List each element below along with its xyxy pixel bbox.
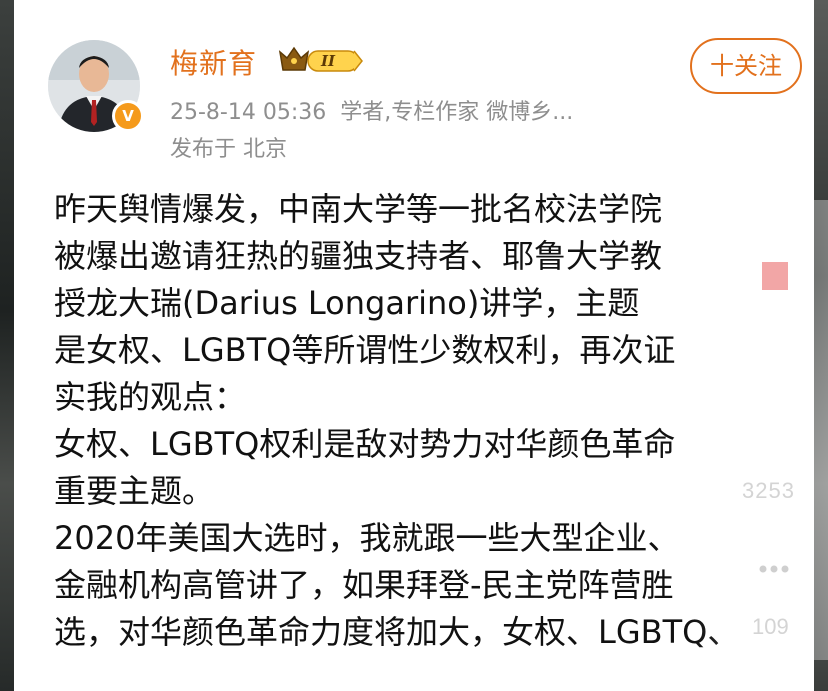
heart-like-icon[interactable] xyxy=(738,398,808,464)
weibo-post-card: V 梅新育 II 25-8-14 05:36 学者,专栏作家 微博乡... 发布… xyxy=(14,0,816,691)
post-line: 被爆出邀请狂热的疆独支持者、耶鲁大学教 xyxy=(54,237,663,275)
post-line: 2020年美国大选时，我就跟一些大型企业、 xyxy=(54,519,680,557)
background-left-edge xyxy=(0,0,14,691)
post-line: 实我的观点： xyxy=(54,378,247,416)
author-title: 学者,专栏作家 微博乡... xyxy=(340,100,574,125)
red-flag-icon[interactable] xyxy=(758,248,794,330)
comment-count: 109 xyxy=(752,614,789,639)
like-count: 3253 xyxy=(742,478,795,503)
post-line: 授龙大瑞(Darius Longarino)讲学，主题 xyxy=(54,284,640,322)
comment-bubble-icon[interactable] xyxy=(742,540,806,604)
author-name[interactable]: 梅新育 xyxy=(170,42,257,82)
crown-level-badge-icon: II xyxy=(278,46,363,72)
post-line: 昨天舆情爆发，中南大学等一批名校法学院 xyxy=(54,190,663,228)
post-line: 选，对华颜色革命力度将加大，女权、LGBTQ、 xyxy=(54,613,740,651)
post-line: 金融机构高管讲了，如果拜登-民主党阵营胜 xyxy=(54,566,674,604)
post-line: 女权、LGBTQ权利是敌对势力对华颜色革命 xyxy=(54,425,676,463)
post-location: 发布于 北京 xyxy=(170,137,287,162)
post-meta: 25-8-14 05:36 学者,专栏作家 微博乡... xyxy=(170,94,573,126)
background-right-edge xyxy=(814,0,828,691)
post-timestamp: 25-8-14 05:36 xyxy=(170,100,327,125)
badge-level-text: II xyxy=(320,52,336,70)
follow-button[interactable]: 十关注 xyxy=(690,38,802,94)
verified-badge-icon: V xyxy=(112,100,144,132)
post-body: 昨天舆情爆发，中南大学等一批名校法学院 被爆出邀请狂热的疆独支持者、耶鲁大学教 … xyxy=(54,186,814,656)
post-line: 是女权、LGBTQ等所谓性少数权利，再次证 xyxy=(54,331,676,369)
post-line: 重要主题。 xyxy=(54,472,215,510)
